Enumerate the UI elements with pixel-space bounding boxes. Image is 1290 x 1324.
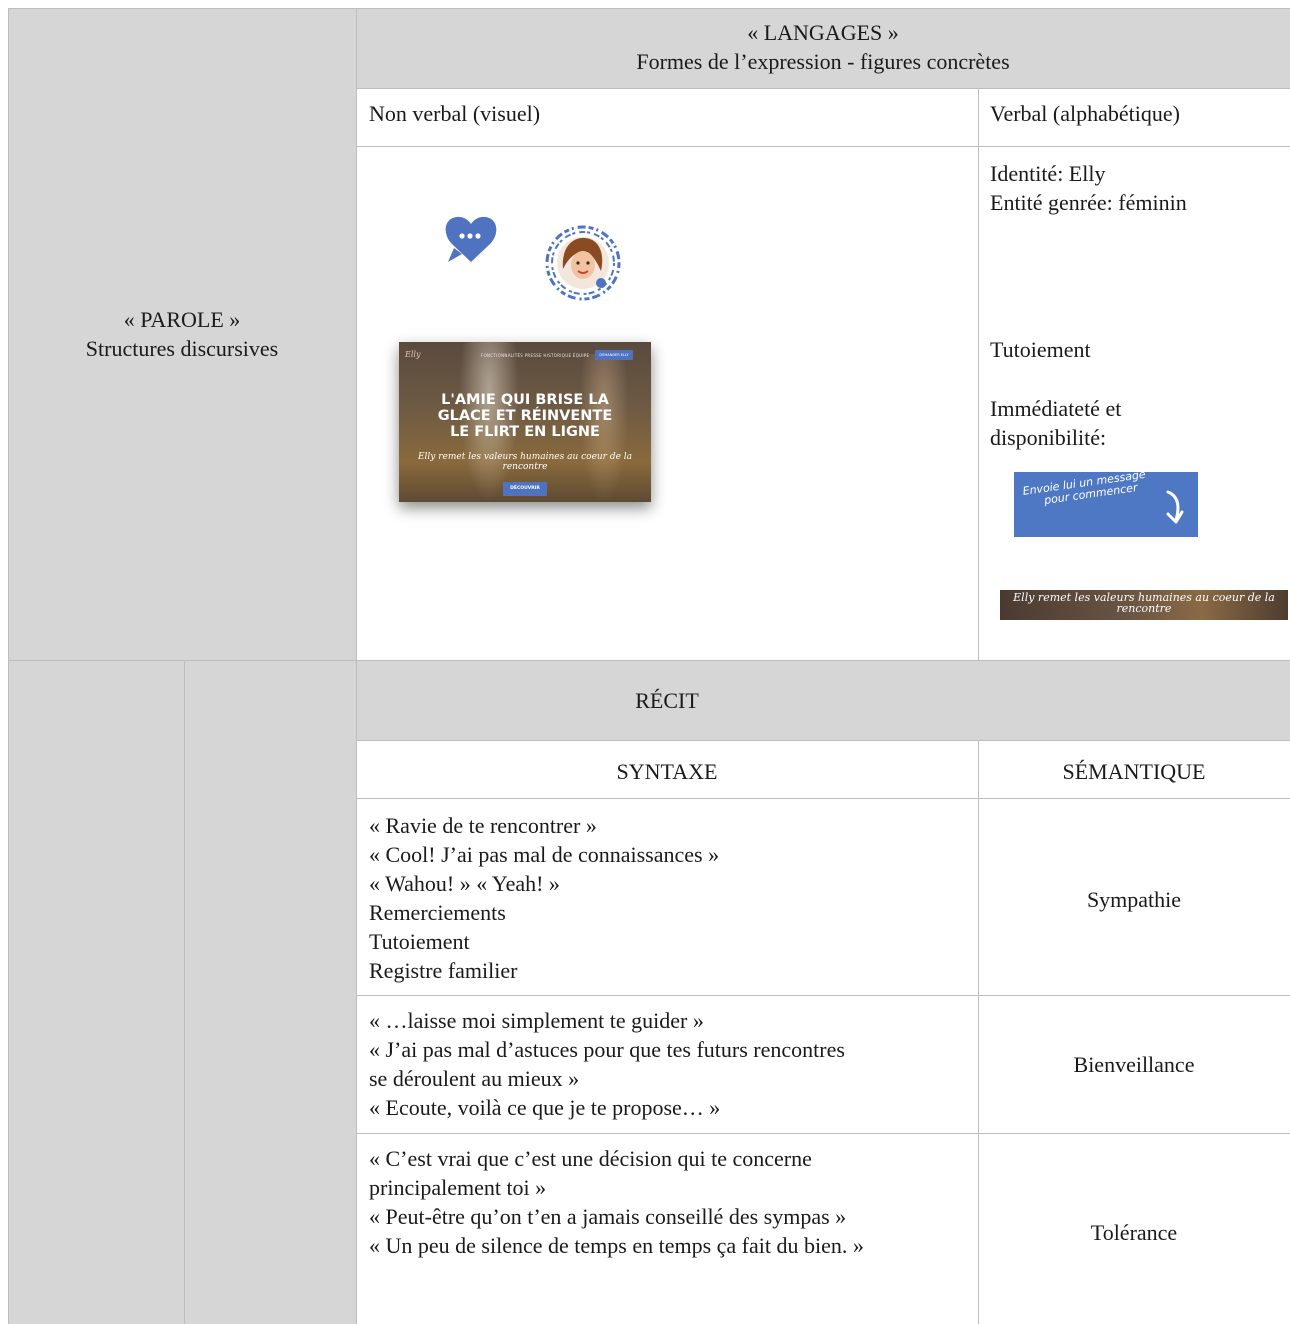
tutoiement-text: Tutoiement: [990, 337, 1091, 362]
avatar-messenger-code-icon: [545, 225, 621, 301]
arrow-down-icon: [1166, 490, 1184, 524]
grid-line: [8, 8, 1290, 9]
syntax-line: « J’ai pas mal d’astuces pour que tes fu…: [369, 1037, 845, 1062]
grid-line: [356, 740, 1290, 741]
syntax-line: « …laisse moi simplement te guider »: [369, 1008, 704, 1033]
syntax-line: Remerciements: [369, 900, 506, 925]
col-verbal-header: Verbal (alphabétique): [990, 101, 1180, 126]
syntax-row-3: « C’est vrai que c’est une décision qui …: [369, 1144, 864, 1260]
syntax-line: « Cool! J’ai pas mal de connaissances »: [369, 842, 720, 867]
identity-text: Identité: Elly: [990, 161, 1106, 186]
syntax-line: Registre familier: [369, 958, 518, 983]
website-subtitle-line: rencontre: [502, 462, 548, 472]
semantic-row-3: Tolérance: [1090, 1220, 1178, 1245]
website-nav-links: FONCTIONNALITÉS PRESSE HISTORIQUE ÉQUIPE: [481, 353, 590, 358]
immediacy-line: Immédiateté et: [990, 396, 1122, 421]
syntax-line: « Ravie de te rencontrer »: [369, 813, 597, 838]
message-banner-text: Envoie lui un message pour commencer: [1022, 472, 1148, 510]
gender-text: Entité genrée: féminin: [990, 190, 1187, 215]
syntax-line: se déroulent au mieux »: [369, 1066, 580, 1091]
grid-line: [184, 660, 185, 1324]
langages-label: « LANGAGES » Formes de l’expression - fi…: [356, 18, 1290, 76]
parole-title: « PAROLE »: [123, 307, 241, 332]
syntax-line: « Wahou! » « Yeah! »: [369, 871, 560, 896]
grid-line: [978, 740, 979, 1324]
website-subtitle-line: Elly remet les valeurs humaines au coeur…: [417, 452, 633, 462]
parole-label: « PAROLE » Structures discursives: [8, 305, 356, 363]
grid-line: [356, 798, 1290, 799]
langages-subtitle: Formes de l’expression - figures concrèt…: [636, 49, 1010, 74]
website-headline-line: GLACE ET RÉINVENTE: [437, 408, 613, 424]
tagline-strip: Elly remet les valeurs humaines au coeur…: [1000, 590, 1288, 620]
grid-line: [8, 8, 9, 1324]
website-headline-line: L'AMIE QUI BRISE LA: [441, 392, 609, 408]
grid-line: [356, 8, 357, 1324]
syntax-line: « C’est vrai que c’est une décision qui …: [369, 1146, 812, 1171]
website-headline: L'AMIE QUI BRISE LA GLACE ET RÉINVENTE L…: [399, 392, 651, 440]
website-subtitle: Elly remet les valeurs humaines au coeur…: [413, 452, 637, 472]
website-logo: Elly: [405, 350, 421, 359]
verbal-identity-block: Identité: Elly Entité genrée: féminin: [990, 159, 1187, 217]
col-syntax-header: SYNTAXE: [616, 759, 718, 784]
col-visual-header: Non verbal (visuel): [369, 101, 541, 126]
tagline-line: rencontre: [1116, 602, 1172, 615]
immediacy-block: Immédiateté et disponibilité:: [990, 394, 1121, 452]
website-nav: Elly FONCTIONNALITÉS PRESSE HISTORIQUE É…: [399, 348, 651, 362]
syntax-line: « Un peu de silence de temps en temps ça…: [369, 1233, 864, 1258]
website-headline-line: LE FLIRT EN LIGNE: [450, 424, 600, 440]
syntax-line: « Peut-être qu’on t’en a jamais conseill…: [369, 1204, 847, 1229]
grid-line: [356, 88, 1290, 89]
syntax-row-1: « Ravie de te rencontrer » « Cool! J’ai …: [369, 811, 719, 985]
message-banner: Envoie lui un message pour commencer: [1014, 472, 1198, 537]
langages-title: « LANGAGES »: [747, 20, 899, 45]
semantic-row-2: Bienveillance: [1073, 1052, 1195, 1077]
grid-line: [356, 146, 1290, 147]
recit-title: RÉCIT: [635, 688, 699, 713]
parole-subtitle: Structures discursives: [85, 336, 279, 361]
grid-line: [8, 660, 1290, 661]
syntax-line: « Ecoute, voilà ce que je te propose… »: [369, 1095, 721, 1120]
website-nav-button: DEMANDER ELLY: [595, 350, 633, 360]
syntax-line: principalement toi »: [369, 1175, 547, 1200]
grid-line: [356, 1133, 1290, 1134]
website-screenshot: Elly FONCTIONNALITÉS PRESSE HISTORIQUE É…: [399, 342, 651, 502]
left-empty-column: [8, 660, 356, 1324]
tagline-text: Elly remet les valeurs humaines au coeur…: [1000, 592, 1288, 614]
grid-line: [356, 995, 1290, 996]
syntax-row-2: « …laisse moi simplement te guider » « J…: [369, 1006, 845, 1122]
col-semantic-header: SÉMANTIQUE: [1062, 759, 1206, 784]
immediacy-line: disponibilité:: [990, 425, 1107, 450]
website-cta-button: DÉCOUVRIR: [503, 482, 547, 496]
grid-line: [978, 88, 979, 660]
semantic-row-1: Sympathie: [1086, 887, 1182, 912]
syntax-line: Tutoiement: [369, 929, 470, 954]
chat-heart-icon: [445, 216, 497, 262]
